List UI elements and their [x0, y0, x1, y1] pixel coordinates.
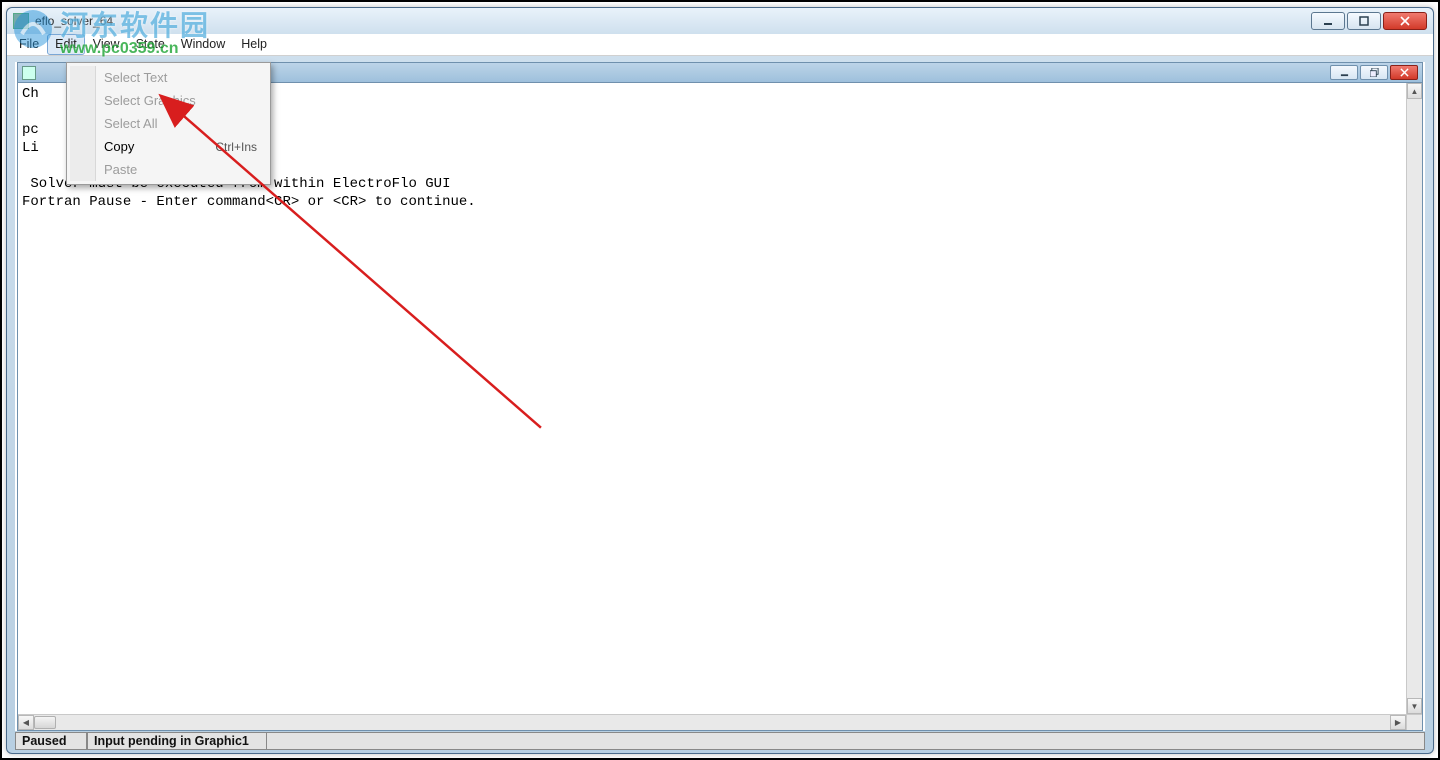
- scroll-corner: [1406, 714, 1422, 730]
- minimize-button[interactable]: [1311, 12, 1345, 30]
- scroll-right-button[interactable]: ▶: [1390, 715, 1406, 730]
- menu-item-label: Select Text: [104, 70, 167, 85]
- outer-titlebar[interactable]: eflo_solver_64: [7, 8, 1433, 34]
- edit-dropdown: Select Text Select Graphics Select All C…: [66, 62, 271, 185]
- horizontal-scrollbar[interactable]: ◀ ▶: [18, 714, 1406, 730]
- maximize-icon: [1359, 16, 1369, 26]
- close-button[interactable]: [1383, 12, 1427, 30]
- close-icon: [1400, 68, 1409, 77]
- menu-file[interactable]: File: [11, 34, 47, 55]
- inner-close-button[interactable]: [1390, 65, 1418, 80]
- app-icon: [13, 13, 29, 29]
- menu-item-label: Select Graphics: [104, 93, 196, 108]
- outer-window: eflo_solver_64 File Edit View State Wind…: [6, 7, 1434, 754]
- scroll-up-button[interactable]: ▲: [1407, 83, 1422, 99]
- restore-icon: [1370, 68, 1379, 77]
- menu-edit[interactable]: Edit: [47, 34, 85, 55]
- menu-item-label: Copy: [104, 139, 134, 154]
- menu-item-label: Select All: [104, 116, 157, 131]
- status-right: Input pending in Graphic1: [87, 733, 267, 750]
- menu-help[interactable]: Help: [233, 34, 275, 55]
- maximize-button[interactable]: [1347, 12, 1381, 30]
- menu-select-graphics[interactable]: Select Graphics: [70, 89, 267, 112]
- vertical-scrollbar[interactable]: ▲ ▼: [1406, 83, 1422, 714]
- menu-window[interactable]: Window: [173, 34, 233, 55]
- inner-restore-button[interactable]: [1360, 65, 1388, 80]
- vscroll-track[interactable]: [1407, 99, 1422, 698]
- minimize-icon: [1323, 16, 1333, 26]
- status-left: Paused: [15, 733, 87, 750]
- menu-item-label: Paste: [104, 162, 137, 177]
- minimize-icon: [1340, 68, 1349, 77]
- scroll-down-button[interactable]: ▼: [1407, 698, 1422, 714]
- menu-state[interactable]: State: [128, 34, 173, 55]
- hscroll-thumb[interactable]: [34, 716, 56, 729]
- statusbar: Paused Input pending in Graphic1: [15, 732, 1425, 750]
- menu-copy[interactable]: Copy Ctrl+Ins: [70, 135, 267, 158]
- scroll-left-button[interactable]: ◀: [18, 715, 34, 730]
- window-controls: [1311, 12, 1427, 30]
- document-icon: [22, 66, 36, 80]
- inner-minimize-button[interactable]: [1330, 65, 1358, 80]
- menu-select-text[interactable]: Select Text: [70, 66, 267, 89]
- window-title: eflo_solver_64: [35, 14, 113, 28]
- inner-window-controls: [1330, 65, 1418, 80]
- status-filler: [267, 733, 1425, 750]
- menubar: File Edit View State Window Help: [7, 34, 1433, 56]
- screenshot-frame: eflo_solver_64 File Edit View State Wind…: [0, 0, 1440, 760]
- menu-view[interactable]: View: [85, 34, 128, 55]
- close-icon: [1400, 16, 1410, 26]
- menu-select-all[interactable]: Select All: [70, 112, 267, 135]
- menu-paste[interactable]: Paste: [70, 158, 267, 181]
- menu-shortcut: Ctrl+Ins: [215, 140, 257, 154]
